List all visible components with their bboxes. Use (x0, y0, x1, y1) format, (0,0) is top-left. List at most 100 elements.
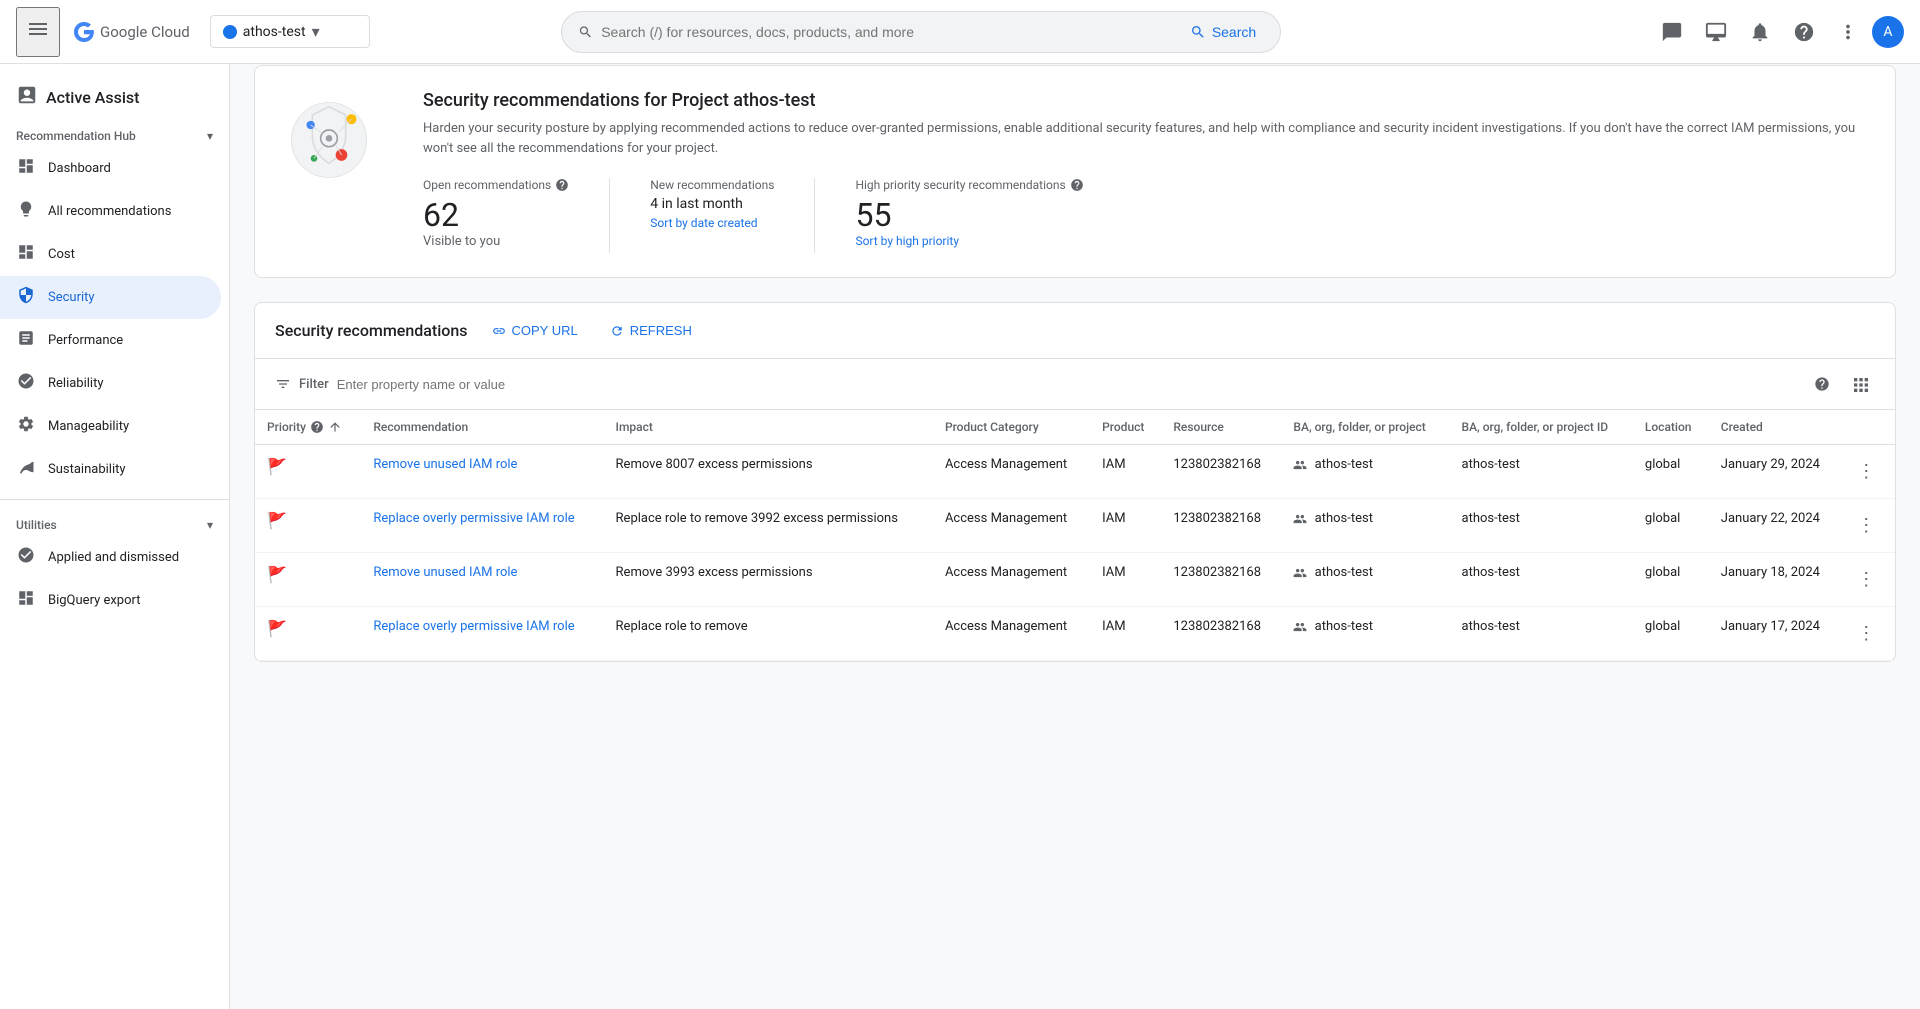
org-icon (1293, 566, 1307, 580)
table-row: 🚩 Replace overly permissive IAM role Rep… (255, 499, 1895, 553)
more-actions-button[interactable]: ⋮ (1853, 565, 1879, 594)
help-circle-icon[interactable] (555, 178, 569, 192)
sidebar-item-manageability[interactable]: Manageability (0, 405, 221, 448)
copy-url-button[interactable]: COPY URL (484, 319, 586, 342)
more-actions-button[interactable]: ⋮ (1853, 619, 1879, 648)
recommendation-link[interactable]: Replace overly permissive IAM role (373, 511, 574, 526)
table-row: 🚩 Remove unused IAM role Remove 8007 exc… (255, 445, 1895, 499)
sidebar-item-security[interactable]: Security (0, 276, 221, 319)
cell-location: global (1633, 499, 1709, 553)
search-input[interactable] (601, 24, 1174, 40)
th-location: Location (1633, 410, 1709, 445)
cell-recommendation: Remove unused IAM role (361, 445, 603, 499)
cell-ba-org: athos-test (1281, 607, 1449, 661)
cell-priority: 🚩 (255, 553, 361, 607)
info-card-description: Harden your security posture by applying… (423, 119, 1871, 158)
stat-high-priority-value: 55 (855, 196, 1083, 234)
sort-by-priority-link[interactable]: Sort by high priority (855, 234, 959, 248)
more-actions-button[interactable]: ⋮ (1853, 511, 1879, 540)
help-icon-button[interactable] (1784, 12, 1824, 52)
cell-priority: 🚩 (255, 499, 361, 553)
th-ba-org: BA, org, folder, or project (1281, 410, 1449, 445)
stat-open: Open recommendations 62 Visible to you (423, 178, 609, 253)
bell-icon-button[interactable] (1740, 12, 1780, 52)
cost-icon (16, 243, 36, 266)
cell-resource: 123802382168 (1161, 607, 1281, 661)
cell-more-actions: ⋮ (1841, 607, 1895, 661)
table-title: Security recommendations (275, 321, 468, 340)
th-actions (1841, 410, 1895, 445)
search-button[interactable]: Search (1182, 20, 1264, 44)
priority-flag-icon: 🚩 (267, 511, 287, 530)
th-priority: Priority (255, 410, 361, 445)
desktop-icon-button[interactable] (1696, 12, 1736, 52)
bulb-icon (16, 200, 36, 223)
more-actions-button[interactable]: ⋮ (1853, 457, 1879, 486)
sidebar-item-sustainability[interactable]: Sustainability (0, 448, 221, 491)
search-bar: Search (561, 11, 1281, 53)
info-card-stats: Open recommendations 62 Visible to you N… (423, 178, 1871, 253)
sidebar-app-header: Active Assist (0, 72, 229, 119)
recommendation-hub-header[interactable]: Recommendation Hub ▾ (0, 119, 229, 147)
cell-resource: 123802382168 (1161, 553, 1281, 607)
sidebar-item-all-recommendations[interactable]: All recommendations (0, 190, 221, 233)
priority-help-icon[interactable] (310, 420, 324, 434)
org-icon (1293, 458, 1307, 472)
cell-impact: Replace role to remove (604, 607, 933, 661)
sidebar-item-cost[interactable]: Cost (0, 233, 221, 276)
recommendations-table: Priority Recommendation Impact Product C… (255, 410, 1895, 661)
column-settings-button[interactable] (1845, 369, 1875, 399)
chat-icon-button[interactable] (1652, 12, 1692, 52)
cell-impact: Replace role to remove 3992 excess permi… (604, 499, 933, 553)
sidebar-item-dashboard[interactable]: Dashboard (0, 147, 221, 190)
filter-bar: Filter (255, 359, 1895, 410)
cell-product-category: Access Management (933, 445, 1090, 499)
filter-input[interactable] (337, 377, 1799, 392)
security-icon (16, 286, 36, 309)
stat-high-priority: High priority security recommendations 5… (814, 178, 1123, 253)
priority-flag-icon: 🚩 (267, 565, 287, 584)
cell-created: January 18, 2024 (1709, 553, 1841, 607)
stat-new: New recommendations 4 in last month Sort… (609, 178, 814, 253)
bigquery-icon (16, 589, 36, 612)
cell-product: IAM (1090, 607, 1161, 661)
utilities-header[interactable]: Utilities ▾ (0, 508, 229, 536)
th-resource: Resource (1161, 410, 1281, 445)
priority-flag-icon: 🚩 (267, 457, 287, 476)
cell-impact: Remove 8007 excess permissions (604, 445, 933, 499)
applied-icon (16, 546, 36, 569)
refresh-button[interactable]: REFRESH (602, 319, 700, 342)
priority-flag-icon: 🚩 (267, 619, 287, 638)
app-title: Active Assist (46, 88, 139, 107)
search-icon-left (578, 23, 593, 41)
cell-created: January 22, 2024 (1709, 499, 1841, 553)
avatar[interactable]: A (1872, 16, 1904, 48)
performance-icon (16, 329, 36, 352)
org-icon (1293, 620, 1307, 634)
menu-icon[interactable] (16, 7, 60, 57)
cell-more-actions: ⋮ (1841, 445, 1895, 499)
sidebar-item-reliability[interactable]: Reliability (0, 362, 221, 405)
cell-ba-org-id: athos-test (1450, 445, 1633, 499)
cell-resource: 123802382168 (1161, 445, 1281, 499)
google-cloud-text: Google Cloud (100, 23, 190, 41)
recommendation-link[interactable]: Remove unused IAM role (373, 565, 517, 580)
cell-more-actions: ⋮ (1841, 553, 1895, 607)
info-card: Security recommendations for Project ath… (254, 65, 1896, 278)
refresh-icon (610, 324, 624, 338)
sort-by-date-link[interactable]: Sort by date created (650, 216, 757, 230)
table-header-row: Priority Recommendation Impact Product C… (255, 410, 1895, 445)
filter-help-button[interactable] (1807, 369, 1837, 399)
project-dot (223, 25, 237, 39)
sidebar-item-performance[interactable]: Performance (0, 319, 221, 362)
sidebar-divider (0, 499, 229, 500)
recommendation-link[interactable]: Replace overly permissive IAM role (373, 619, 574, 634)
project-selector[interactable]: athos-test ▾ (210, 15, 370, 48)
recommendation-link[interactable]: Remove unused IAM role (373, 457, 517, 472)
sidebar-item-applied-dismissed[interactable]: Applied and dismissed (0, 536, 221, 579)
sort-up-icon[interactable] (328, 420, 342, 434)
cell-priority: 🚩 (255, 607, 361, 661)
help-circle-icon-2[interactable] (1070, 178, 1084, 192)
more-icon-button[interactable] (1828, 12, 1868, 52)
sidebar-item-bigquery-export[interactable]: BigQuery export (0, 579, 221, 622)
